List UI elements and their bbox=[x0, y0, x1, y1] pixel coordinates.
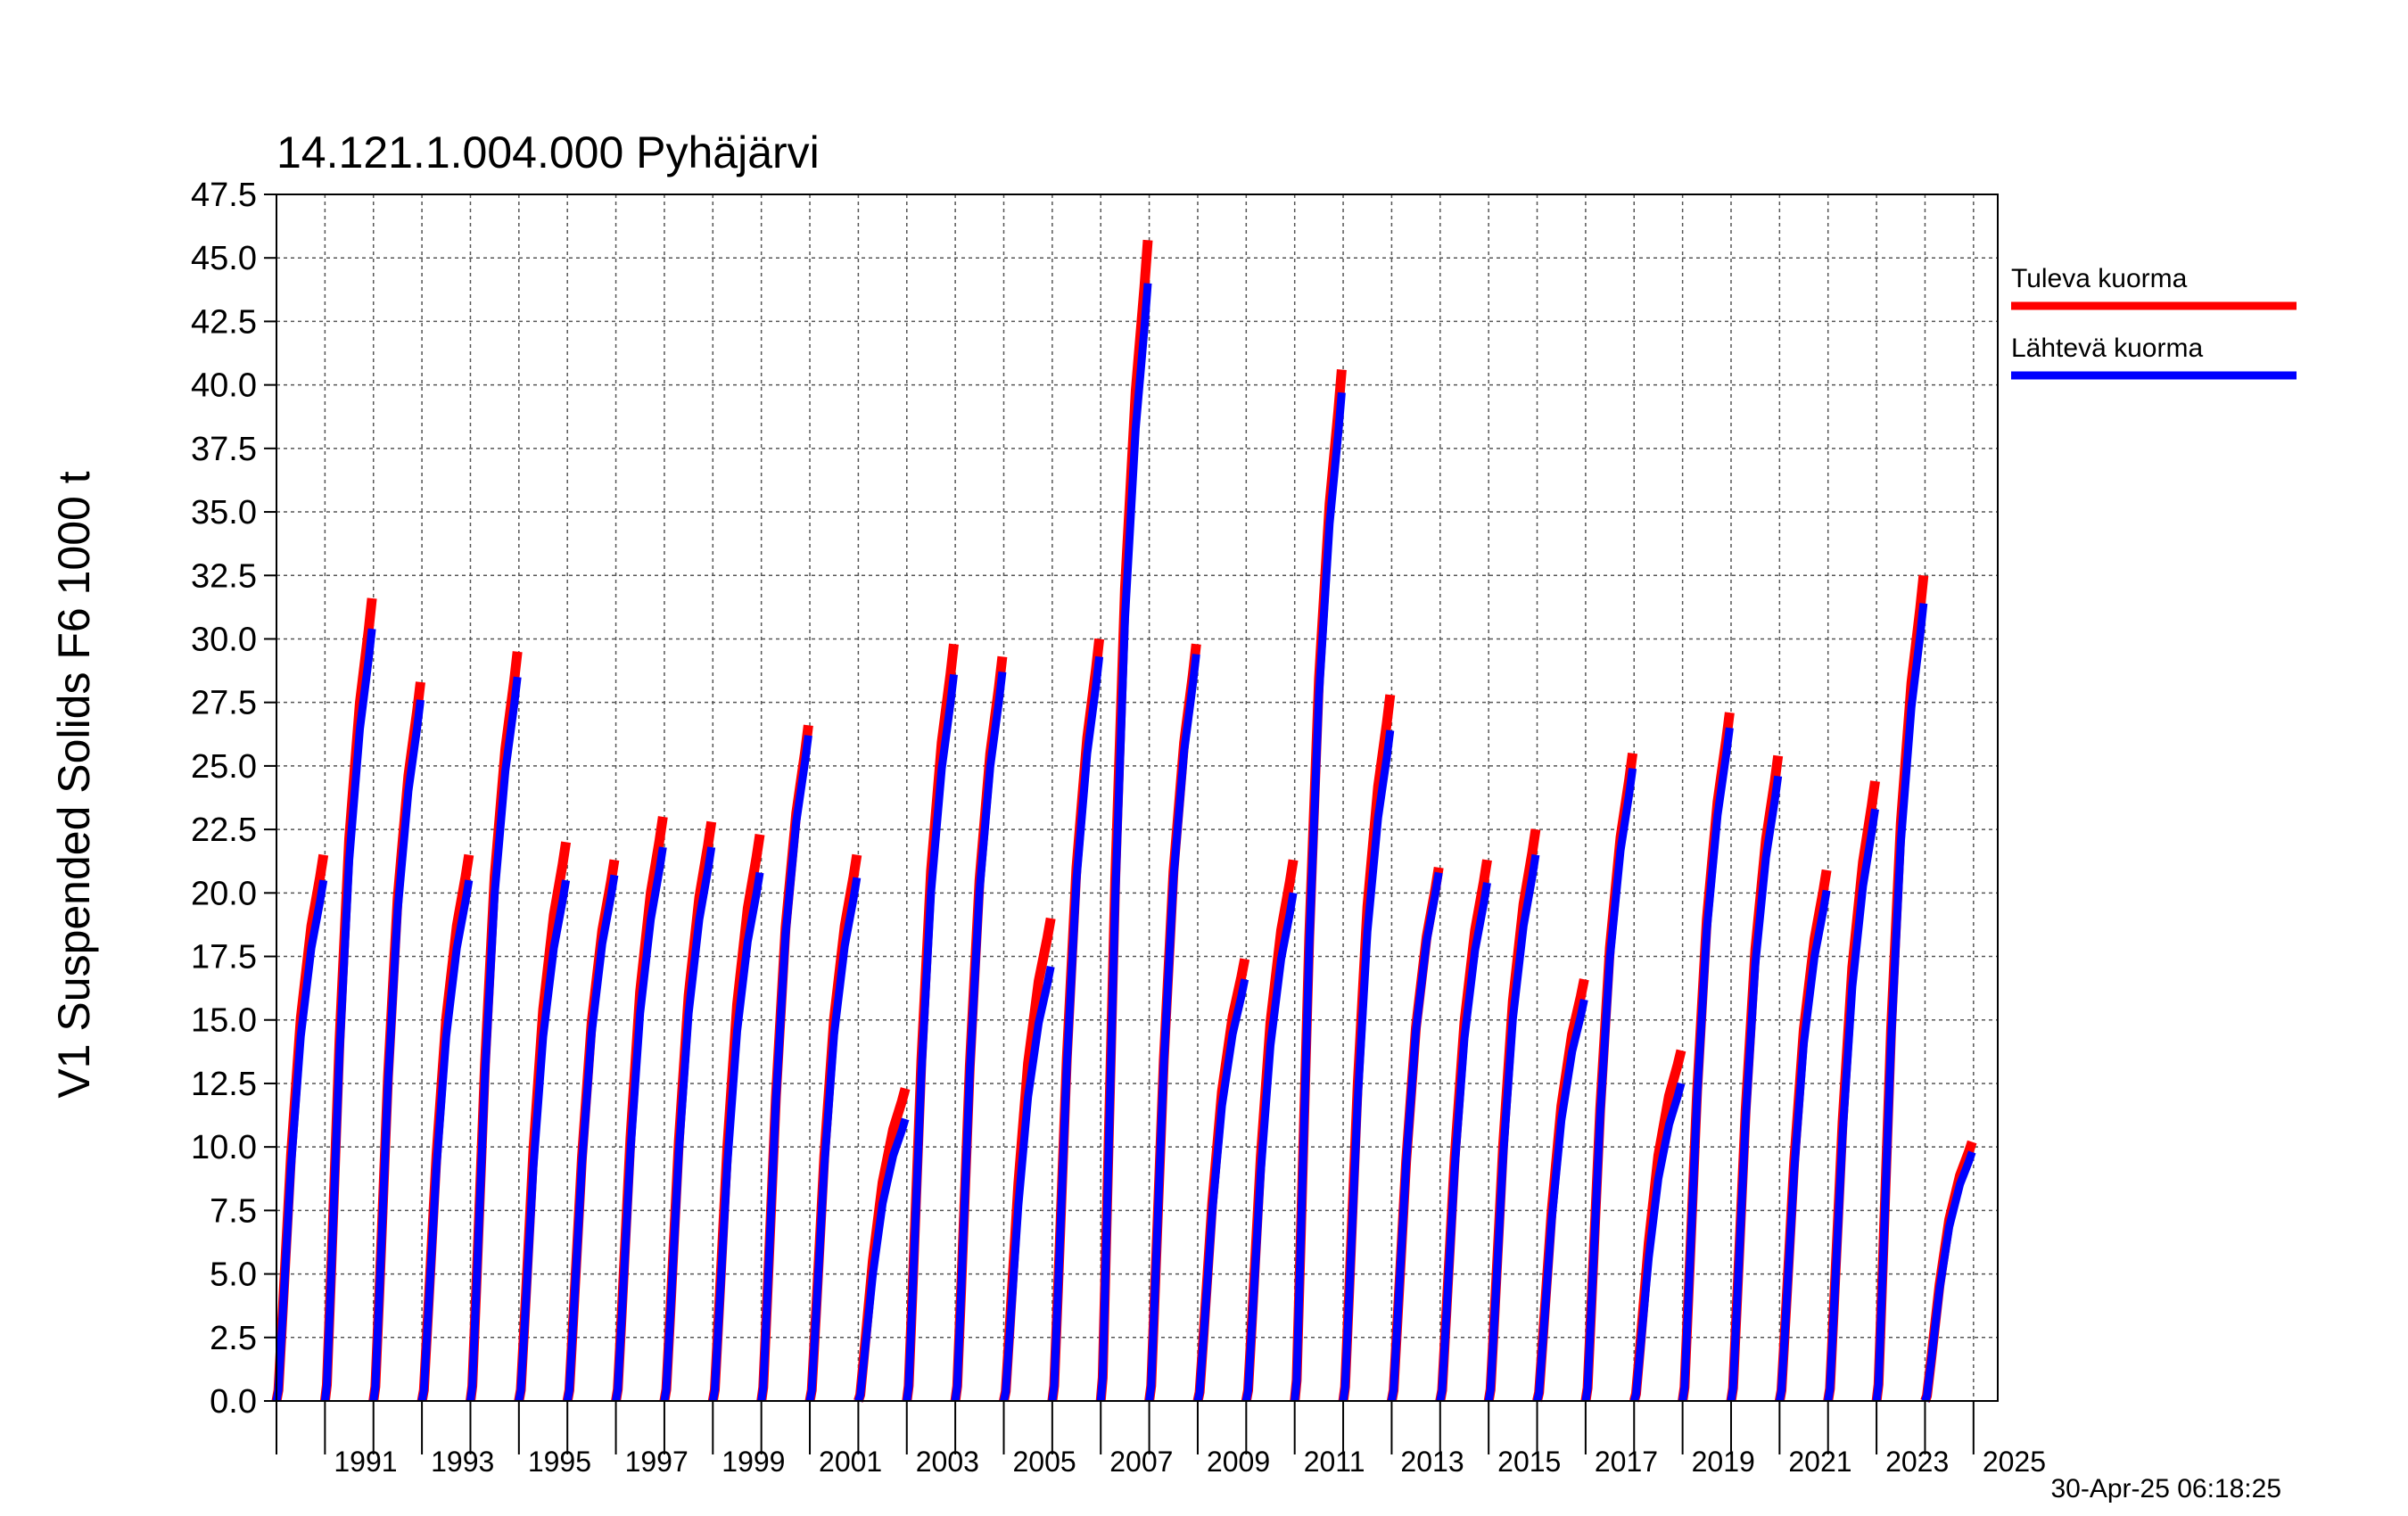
series-lahteva-year-2023 bbox=[1872, 603, 1928, 1402]
y-axis-label: V1 Suspended Solids F6 1000 t bbox=[49, 471, 99, 1098]
y-tick-label: 30.0 bbox=[191, 621, 257, 658]
series-lahteva-year-2000 bbox=[757, 735, 812, 1402]
y-tick-label: 0.0 bbox=[210, 1383, 257, 1421]
x-tick-label: 2005 bbox=[1012, 1446, 1076, 1478]
y-tick-label: 32.5 bbox=[191, 557, 257, 595]
series-lahteva-year-1994 bbox=[466, 676, 522, 1402]
x-tick-label: 1997 bbox=[625, 1446, 689, 1478]
x-tick-label: 2015 bbox=[1497, 1446, 1561, 1478]
y-tick-label: 15.0 bbox=[191, 1002, 257, 1040]
series-lahteva-year-1992 bbox=[369, 699, 425, 1402]
x-tick-label: 2021 bbox=[1788, 1446, 1851, 1478]
series-lahteva-year-1997 bbox=[612, 846, 667, 1402]
series-lahteva-year-1995 bbox=[515, 879, 571, 1402]
y-tick-label: 25.0 bbox=[191, 748, 257, 786]
x-tick-label: 1993 bbox=[431, 1446, 494, 1478]
x-tick-label: 2009 bbox=[1207, 1446, 1270, 1478]
series-lahteva-year-1999 bbox=[708, 871, 764, 1402]
x-tick-label: 2003 bbox=[916, 1446, 979, 1478]
series-lahteva-year-2015 bbox=[1484, 853, 1540, 1402]
x-tick-label: 1995 bbox=[528, 1446, 591, 1478]
y-tick-label: 45.0 bbox=[191, 240, 257, 277]
y-tick-label: 35.0 bbox=[191, 494, 257, 531]
x-tick-label: 2013 bbox=[1400, 1446, 1464, 1478]
series-lahteva-year-2006 bbox=[1048, 655, 1104, 1402]
y-tick-label: 5.0 bbox=[210, 1256, 257, 1294]
y-axis-ticks: 0.0 2.5 5.0 7.5 10.0 12.5 15.0 17.5 20.0 22.5 25.0… bbox=[191, 177, 276, 1421]
x-tick-label: 2017 bbox=[1595, 1446, 1658, 1478]
x-tick-label: 2007 bbox=[1109, 1446, 1173, 1478]
x-tick-label: 2023 bbox=[1885, 1446, 1949, 1478]
series-lahteva-year-2020 bbox=[1727, 775, 1783, 1402]
y-tick-label: 10.0 bbox=[191, 1129, 257, 1166]
x-tick-label: 1991 bbox=[334, 1446, 397, 1478]
x-tick-label: 2001 bbox=[819, 1446, 882, 1478]
series-lines bbox=[271, 239, 1977, 1403]
y-tick-label: 22.5 bbox=[191, 812, 257, 849]
series-lahteva-year-2022 bbox=[1824, 808, 1879, 1402]
y-tick-label: 37.5 bbox=[191, 431, 257, 468]
x-tick-label: 2025 bbox=[1983, 1446, 2046, 1478]
x-tick-label: 1999 bbox=[722, 1446, 785, 1478]
series-lahteva-year-1990 bbox=[272, 879, 328, 1402]
legend: Tuleva kuorma Lähtevä kuorma bbox=[2011, 264, 2297, 380]
timestamp: 30-Apr-25 06:18:25 bbox=[2050, 1474, 2281, 1504]
chart-canvas: 14.121.1.004.000 Pyhäjärvi V1 Suspended … bbox=[49, 128, 2297, 1504]
y-tick-label: 2.5 bbox=[210, 1320, 257, 1357]
series-lahteva-year-1993 bbox=[417, 879, 474, 1402]
y-tick-label: 7.5 bbox=[210, 1192, 257, 1230]
y-tick-label: 12.5 bbox=[191, 1066, 257, 1103]
series-lahteva-year-2024 bbox=[1921, 1150, 1976, 1403]
series-lahteva-year-2014 bbox=[1436, 882, 1491, 1402]
series-lahteva-year-2017 bbox=[1581, 768, 1637, 1402]
series-lahteva-year-2004 bbox=[951, 671, 1007, 1402]
y-tick-label: 42.5 bbox=[191, 303, 257, 341]
x-tick-label: 2011 bbox=[1304, 1446, 1365, 1478]
y-tick-label: 20.0 bbox=[191, 875, 257, 912]
series-lahteva-year-2016 bbox=[1533, 998, 1588, 1403]
series-lahteva-year-2012 bbox=[1339, 729, 1395, 1402]
series-lahteva-year-1991 bbox=[320, 628, 376, 1402]
legend-label-lahteva: Lähtevä kuorma bbox=[2011, 334, 2203, 363]
series-lahteva-year-2018 bbox=[1629, 1082, 1686, 1403]
series-lahteva-year-2021 bbox=[1775, 889, 1831, 1402]
series-lahteva-year-1996 bbox=[563, 874, 619, 1402]
y-tick-label: 27.5 bbox=[191, 685, 257, 722]
series-lahteva-year-2013 bbox=[1387, 871, 1443, 1402]
series-lahteva-year-2011 bbox=[1291, 391, 1346, 1402]
legend-label-tuleva: Tuleva kuorma bbox=[2011, 264, 2188, 293]
y-tick-label: 40.0 bbox=[191, 367, 257, 405]
series-lahteva-year-2007 bbox=[1096, 283, 1152, 1402]
series-lahteva-year-1998 bbox=[660, 846, 716, 1402]
chart-title: 14.121.1.004.000 Pyhäjärvi bbox=[276, 128, 820, 177]
x-axis-ticks: 1991 1993 1995 1997 1999 2001 2003 2005 2007 2009… bbox=[276, 1401, 2046, 1478]
series-lahteva-year-2003 bbox=[903, 673, 958, 1402]
y-tick-label: 17.5 bbox=[191, 939, 257, 976]
y-tick-label: 47.5 bbox=[191, 177, 257, 214]
x-tick-label: 2019 bbox=[1692, 1446, 1755, 1478]
